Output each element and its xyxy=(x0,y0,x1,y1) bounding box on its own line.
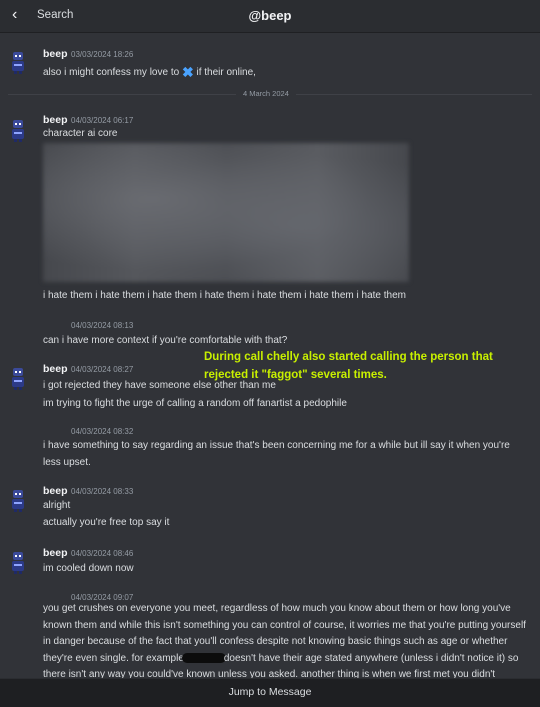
message-timestamp: 04/03/2024 08:46 xyxy=(71,549,134,558)
message-text: you get crushes on everyone you meet, re… xyxy=(43,601,528,684)
channel-title: @beep xyxy=(248,8,292,23)
message-text-part: if their online, xyxy=(196,67,256,78)
jump-bar: Jump to Message xyxy=(0,678,540,707)
message-author[interactable]: beep xyxy=(43,114,68,126)
message-text: character ai core xyxy=(43,128,118,139)
message-text: can i have more context if you're comfor… xyxy=(43,335,288,346)
avatar[interactable] xyxy=(11,120,25,142)
redaction-mark xyxy=(181,652,226,663)
message-timestamp: 04/03/2024 08:33 xyxy=(71,487,134,496)
message-text: im cooled down now xyxy=(43,563,134,574)
avatar[interactable] xyxy=(11,52,25,74)
message-author[interactable]: beep xyxy=(43,485,68,497)
message-text: actually you're free top say it xyxy=(43,517,170,528)
date-divider-label: 4 March 2024 xyxy=(236,89,296,98)
message-text-part: also i might confess my love to xyxy=(43,67,180,78)
avatar[interactable] xyxy=(11,368,25,390)
annotation-line: During call chelly also started calling … xyxy=(204,351,493,363)
annotation-overlay: During call chelly also started calling … xyxy=(204,348,534,384)
message-timestamp: 04/03/2024 06:17 xyxy=(71,116,134,125)
message-timestamp: 04/03/2024 08:13 xyxy=(71,321,134,330)
message-author[interactable]: beep xyxy=(43,48,68,60)
blurred-image-attachment[interactable] xyxy=(43,143,409,282)
avatar[interactable] xyxy=(11,490,25,512)
message-text: alright xyxy=(43,500,71,511)
message-text: i got rejected they have someone else ot… xyxy=(43,380,276,391)
avatar[interactable] xyxy=(11,552,25,574)
message-text: i have something to say regarding an iss… xyxy=(43,440,510,468)
message-text: im trying to fight the urge of calling a… xyxy=(43,398,347,409)
message-timestamp: 04/03/2024 08:27 xyxy=(71,365,134,374)
message-timestamp: 03/03/2024 18:26 xyxy=(71,50,134,59)
message-text: also i might confess my love to ✖ if the… xyxy=(43,64,256,81)
message-text: i hate them i hate them i hate them i ha… xyxy=(43,290,406,301)
message-author[interactable]: beep xyxy=(43,363,68,375)
jump-to-message-button[interactable]: Jump to Message xyxy=(0,686,540,698)
top-bar: ‹ Search @beep xyxy=(0,0,540,33)
message-author[interactable]: beep xyxy=(43,547,68,559)
x-emoji-icon: ✖ xyxy=(181,64,194,80)
message-timestamp: 04/03/2024 08:32 xyxy=(71,427,134,436)
